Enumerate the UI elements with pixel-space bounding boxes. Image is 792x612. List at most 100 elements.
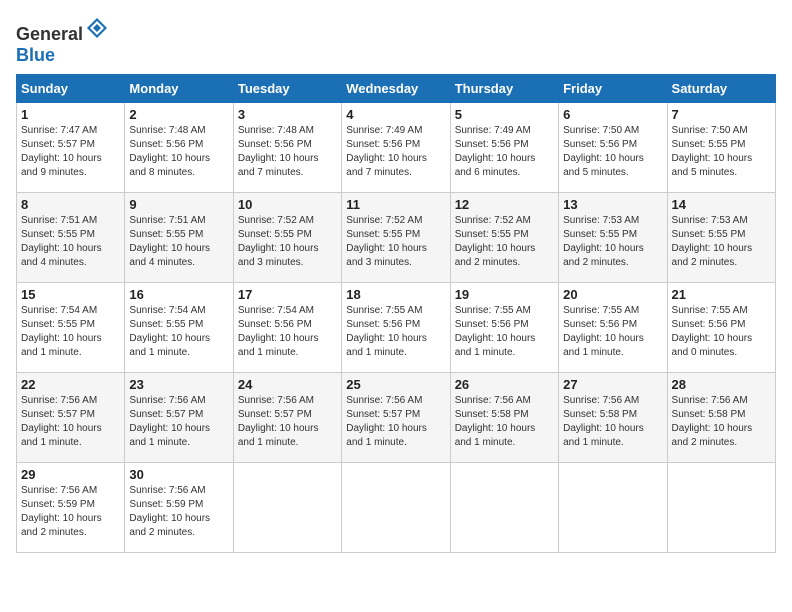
calendar-cell: 30 Sunrise: 7:56 AMSunset: 5:59 PMDaylig… <box>125 463 233 553</box>
calendar-cell: 28 Sunrise: 7:56 AMSunset: 5:58 PMDaylig… <box>667 373 775 463</box>
day-info: Sunrise: 7:49 AMSunset: 5:56 PMDaylight:… <box>455 125 536 178</box>
day-number: 1 <box>21 107 120 122</box>
calendar-week-5: 29 Sunrise: 7:56 AMSunset: 5:59 PMDaylig… <box>17 463 776 553</box>
day-info: Sunrise: 7:50 AMSunset: 5:55 PMDaylight:… <box>672 125 753 178</box>
day-number: 19 <box>455 287 554 302</box>
calendar-cell: 22 Sunrise: 7:56 AMSunset: 5:57 PMDaylig… <box>17 373 125 463</box>
day-info: Sunrise: 7:47 AMSunset: 5:57 PMDaylight:… <box>21 125 102 178</box>
calendar-cell: 1 Sunrise: 7:47 AMSunset: 5:57 PMDayligh… <box>17 103 125 193</box>
day-info: Sunrise: 7:53 AMSunset: 5:55 PMDaylight:… <box>563 215 644 268</box>
day-info: Sunrise: 7:52 AMSunset: 5:55 PMDaylight:… <box>455 215 536 268</box>
calendar-cell: 9 Sunrise: 7:51 AMSunset: 5:55 PMDayligh… <box>125 193 233 283</box>
calendar-header-monday: Monday <box>125 75 233 103</box>
day-info: Sunrise: 7:55 AMSunset: 5:56 PMDaylight:… <box>346 305 427 358</box>
day-info: Sunrise: 7:48 AMSunset: 5:56 PMDaylight:… <box>238 125 319 178</box>
logo-blue: Blue <box>16 45 55 65</box>
day-info: Sunrise: 7:56 AMSunset: 5:58 PMDaylight:… <box>563 395 644 448</box>
day-info: Sunrise: 7:55 AMSunset: 5:56 PMDaylight:… <box>455 305 536 358</box>
calendar-cell: 13 Sunrise: 7:53 AMSunset: 5:55 PMDaylig… <box>559 193 667 283</box>
calendar-cell: 18 Sunrise: 7:55 AMSunset: 5:56 PMDaylig… <box>342 283 450 373</box>
day-info: Sunrise: 7:56 AMSunset: 5:58 PMDaylight:… <box>455 395 536 448</box>
calendar-cell: 2 Sunrise: 7:48 AMSunset: 5:56 PMDayligh… <box>125 103 233 193</box>
calendar-cell <box>342 463 450 553</box>
calendar-cell: 25 Sunrise: 7:56 AMSunset: 5:57 PMDaylig… <box>342 373 450 463</box>
day-info: Sunrise: 7:49 AMSunset: 5:56 PMDaylight:… <box>346 125 427 178</box>
day-number: 20 <box>563 287 662 302</box>
day-number: 7 <box>672 107 771 122</box>
logo-icon <box>85 16 109 40</box>
day-number: 26 <box>455 377 554 392</box>
calendar-cell: 27 Sunrise: 7:56 AMSunset: 5:58 PMDaylig… <box>559 373 667 463</box>
calendar-header-thursday: Thursday <box>450 75 558 103</box>
day-number: 15 <box>21 287 120 302</box>
calendar-cell: 21 Sunrise: 7:55 AMSunset: 5:56 PMDaylig… <box>667 283 775 373</box>
calendar-cell <box>233 463 341 553</box>
day-info: Sunrise: 7:56 AMSunset: 5:57 PMDaylight:… <box>346 395 427 448</box>
day-number: 3 <box>238 107 337 122</box>
day-number: 10 <box>238 197 337 212</box>
calendar-week-3: 15 Sunrise: 7:54 AMSunset: 5:55 PMDaylig… <box>17 283 776 373</box>
day-number: 23 <box>129 377 228 392</box>
day-number: 5 <box>455 107 554 122</box>
day-number: 25 <box>346 377 445 392</box>
calendar-cell: 3 Sunrise: 7:48 AMSunset: 5:56 PMDayligh… <box>233 103 341 193</box>
calendar-cell: 6 Sunrise: 7:50 AMSunset: 5:56 PMDayligh… <box>559 103 667 193</box>
calendar-cell <box>667 463 775 553</box>
logo: General Blue <box>16 16 109 66</box>
day-info: Sunrise: 7:52 AMSunset: 5:55 PMDaylight:… <box>238 215 319 268</box>
day-number: 29 <box>21 467 120 482</box>
calendar-cell: 15 Sunrise: 7:54 AMSunset: 5:55 PMDaylig… <box>17 283 125 373</box>
day-info: Sunrise: 7:56 AMSunset: 5:57 PMDaylight:… <box>21 395 102 448</box>
calendar-header-row: SundayMondayTuesdayWednesdayThursdayFrid… <box>17 75 776 103</box>
calendar-cell: 10 Sunrise: 7:52 AMSunset: 5:55 PMDaylig… <box>233 193 341 283</box>
calendar-week-4: 22 Sunrise: 7:56 AMSunset: 5:57 PMDaylig… <box>17 373 776 463</box>
day-info: Sunrise: 7:54 AMSunset: 5:55 PMDaylight:… <box>21 305 102 358</box>
day-info: Sunrise: 7:56 AMSunset: 5:59 PMDaylight:… <box>129 485 210 538</box>
day-info: Sunrise: 7:55 AMSunset: 5:56 PMDaylight:… <box>563 305 644 358</box>
calendar-body: 1 Sunrise: 7:47 AMSunset: 5:57 PMDayligh… <box>17 103 776 553</box>
calendar-header-saturday: Saturday <box>667 75 775 103</box>
logo-general: General <box>16 24 83 44</box>
day-info: Sunrise: 7:56 AMSunset: 5:58 PMDaylight:… <box>672 395 753 448</box>
day-number: 21 <box>672 287 771 302</box>
day-number: 17 <box>238 287 337 302</box>
day-number: 11 <box>346 197 445 212</box>
day-number: 28 <box>672 377 771 392</box>
calendar-cell: 23 Sunrise: 7:56 AMSunset: 5:57 PMDaylig… <box>125 373 233 463</box>
day-number: 12 <box>455 197 554 212</box>
header: General Blue <box>16 16 776 66</box>
calendar-cell: 12 Sunrise: 7:52 AMSunset: 5:55 PMDaylig… <box>450 193 558 283</box>
day-number: 2 <box>129 107 228 122</box>
logo-text: General Blue <box>16 16 109 66</box>
day-number: 16 <box>129 287 228 302</box>
day-info: Sunrise: 7:54 AMSunset: 5:55 PMDaylight:… <box>129 305 210 358</box>
day-info: Sunrise: 7:53 AMSunset: 5:55 PMDaylight:… <box>672 215 753 268</box>
day-info: Sunrise: 7:51 AMSunset: 5:55 PMDaylight:… <box>129 215 210 268</box>
day-info: Sunrise: 7:52 AMSunset: 5:55 PMDaylight:… <box>346 215 427 268</box>
calendar-cell <box>450 463 558 553</box>
calendar-cell: 24 Sunrise: 7:56 AMSunset: 5:57 PMDaylig… <box>233 373 341 463</box>
day-number: 30 <box>129 467 228 482</box>
day-info: Sunrise: 7:50 AMSunset: 5:56 PMDaylight:… <box>563 125 644 178</box>
calendar-cell: 7 Sunrise: 7:50 AMSunset: 5:55 PMDayligh… <box>667 103 775 193</box>
day-number: 9 <box>129 197 228 212</box>
calendar-cell: 14 Sunrise: 7:53 AMSunset: 5:55 PMDaylig… <box>667 193 775 283</box>
day-number: 24 <box>238 377 337 392</box>
day-number: 13 <box>563 197 662 212</box>
day-number: 18 <box>346 287 445 302</box>
calendar-cell: 29 Sunrise: 7:56 AMSunset: 5:59 PMDaylig… <box>17 463 125 553</box>
day-info: Sunrise: 7:48 AMSunset: 5:56 PMDaylight:… <box>129 125 210 178</box>
calendar-cell: 19 Sunrise: 7:55 AMSunset: 5:56 PMDaylig… <box>450 283 558 373</box>
calendar-cell: 8 Sunrise: 7:51 AMSunset: 5:55 PMDayligh… <box>17 193 125 283</box>
day-info: Sunrise: 7:56 AMSunset: 5:57 PMDaylight:… <box>238 395 319 448</box>
day-number: 6 <box>563 107 662 122</box>
calendar-cell <box>559 463 667 553</box>
day-number: 14 <box>672 197 771 212</box>
day-number: 8 <box>21 197 120 212</box>
calendar-cell: 20 Sunrise: 7:55 AMSunset: 5:56 PMDaylig… <box>559 283 667 373</box>
day-number: 4 <box>346 107 445 122</box>
calendar-header-sunday: Sunday <box>17 75 125 103</box>
calendar-cell: 4 Sunrise: 7:49 AMSunset: 5:56 PMDayligh… <box>342 103 450 193</box>
day-number: 27 <box>563 377 662 392</box>
calendar-cell: 16 Sunrise: 7:54 AMSunset: 5:55 PMDaylig… <box>125 283 233 373</box>
